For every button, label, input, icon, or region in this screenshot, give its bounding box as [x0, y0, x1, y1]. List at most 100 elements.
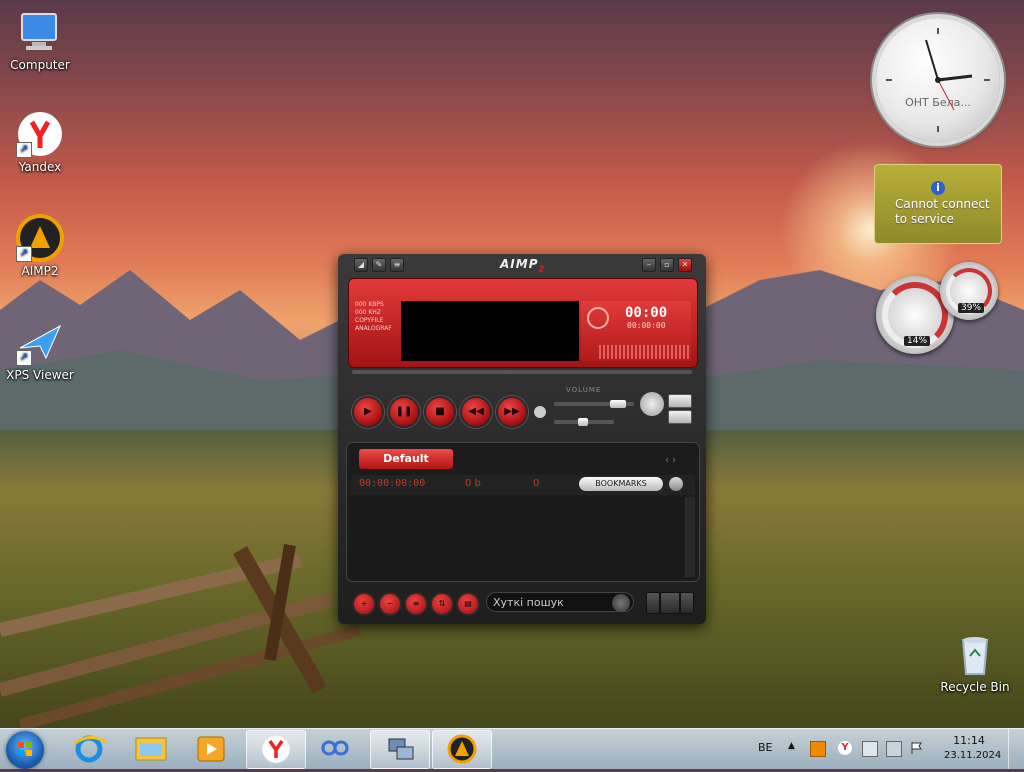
- aimp-tray-icon[interactable]: [810, 741, 826, 757]
- bookmarks-button[interactable]: BOOKMARKS: [579, 477, 663, 491]
- taskbar-internet-explorer[interactable]: [60, 730, 118, 767]
- play-button[interactable]: ▶: [352, 396, 384, 428]
- taskbar-infinity-app[interactable]: [306, 730, 364, 767]
- taskbar: BE ▲ Y 11:14 23.11.2024: [0, 728, 1024, 769]
- menu-button[interactable]: [640, 392, 664, 416]
- bookmark-add-icon[interactable]: [669, 477, 683, 491]
- playlist-scrollbar[interactable]: [685, 497, 695, 577]
- previous-button[interactable]: ◀◀: [460, 396, 492, 428]
- view-toggle-middle[interactable]: [660, 592, 680, 614]
- network-tray-icon[interactable]: [862, 741, 878, 757]
- playlist-panel: Default ‹ › 00:00:00:00 0 b 0 BOOKMARKS: [346, 442, 700, 582]
- clock-face: [886, 28, 990, 132]
- pause-button[interactable]: ❚❚: [388, 396, 420, 428]
- seek-bar[interactable]: [352, 370, 692, 374]
- infinity-app-icon: [321, 740, 349, 756]
- now-playing-display: 000 KBPS 000 KHZ COPYFILE ANALOGRAF 00:0…: [348, 278, 698, 368]
- internet-explorer-icon: [73, 735, 107, 763]
- track-info: 000 KBPS 000 KHZ COPYFILE ANALOGRAF: [355, 301, 392, 333]
- visual-text: ANALOGRAF: [355, 325, 392, 332]
- mini-mode-button[interactable]: ▫: [660, 258, 674, 272]
- timer-dial-icon: [587, 307, 609, 329]
- total-time: 00:00:00: [627, 321, 666, 330]
- yandex-tray-icon[interactable]: Y: [838, 741, 852, 755]
- view-toggle-right[interactable]: [680, 592, 694, 614]
- mode-text: COPYFILE: [355, 317, 384, 324]
- clock-gadget[interactable]: ОНТ Бела...: [876, 18, 1000, 142]
- balance-slider[interactable]: [554, 418, 614, 426]
- current-time[interactable]: 00:00: [625, 305, 667, 321]
- aimp-titlebar[interactable]: ◢ ✎ ≡ AIMP2 – ▫ ✕: [338, 254, 706, 274]
- search-icon[interactable]: [612, 594, 630, 612]
- minimize-button[interactable]: –: [642, 258, 656, 272]
- remove-files-button[interactable]: −: [378, 592, 402, 616]
- aimp-collapse-button[interactable]: ≡: [390, 258, 404, 272]
- playlist-toggle-button[interactable]: [668, 410, 692, 424]
- xps-viewer-icon: ↗: [16, 318, 64, 366]
- yandex-browser-icon: ↗: [16, 110, 64, 158]
- volume-label: VOLUME: [566, 386, 602, 394]
- aimp-logo-text: AIMP: [500, 257, 539, 271]
- aimp-logo-version: 2: [538, 264, 546, 274]
- desktop-icon-label: AIMP2: [21, 264, 59, 278]
- taskbar-yandex[interactable]: [246, 730, 306, 769]
- media-player-icon: [197, 736, 225, 762]
- memory-meter-gadget[interactable]: 39%: [940, 262, 998, 320]
- clock-label: ОНТ Бела...: [905, 96, 971, 109]
- weather-message: Cannot connect to service: [895, 197, 990, 227]
- shortcut-arrow-icon: ↗: [16, 350, 32, 366]
- tab-scroll-arrows[interactable]: ‹ ›: [665, 455, 676, 466]
- playlist-file-button[interactable]: ▤: [456, 592, 480, 616]
- desktop-icon-aimp2[interactable]: ↗ AIMP2: [0, 214, 80, 278]
- sort-button[interactable]: ⇅: [430, 592, 454, 616]
- display-tray-icon[interactable]: [886, 741, 902, 757]
- aimp-tools-button[interactable]: ✎: [372, 258, 386, 272]
- playlist-edit-button[interactable]: ≡: [404, 592, 428, 616]
- cpu-percent: 14%: [904, 336, 931, 346]
- aimp-logo: AIMP2: [500, 257, 545, 273]
- taskbar-windows-explorer[interactable]: [122, 730, 180, 767]
- volume-slider[interactable]: [554, 400, 634, 408]
- language-indicator[interactable]: BE: [758, 741, 773, 754]
- windows-explorer-icon: [135, 737, 167, 761]
- desktop-icon-label: XPS Viewer: [6, 368, 74, 382]
- playlist-toolbar: + − ≡ ⇅ ▤ Хуткі пошук: [346, 588, 698, 616]
- taskbar-network-app[interactable]: [370, 730, 430, 769]
- computer-icon: [16, 8, 64, 56]
- taskbar-aimp[interactable]: [432, 730, 492, 769]
- desktop-icon-label: Yandex: [18, 160, 62, 174]
- show-desktop-button[interactable]: [1008, 729, 1023, 769]
- eject-button[interactable]: [534, 406, 546, 418]
- visualization-screen[interactable]: [401, 301, 579, 361]
- weather-message-line1: Cannot connect: [895, 197, 990, 211]
- close-button[interactable]: ✕: [678, 258, 692, 272]
- playlist-count: 0: [533, 478, 540, 489]
- spectrum-bars: [599, 345, 689, 359]
- add-files-button[interactable]: +: [352, 592, 376, 616]
- desktop-icon-xps-viewer[interactable]: ↗ XPS Viewer: [0, 318, 80, 382]
- view-toggle-left[interactable]: [646, 592, 660, 614]
- aimp-options-button[interactable]: ◢: [354, 258, 368, 272]
- aimp-icon: [447, 734, 477, 764]
- tab-default[interactable]: Default: [359, 449, 453, 469]
- desktop-icon-yandex[interactable]: ↗ Yandex: [0, 110, 80, 174]
- weather-gadget[interactable]: i Cannot connect to service: [874, 164, 1002, 244]
- show-hidden-icons-button[interactable]: ▲: [788, 741, 795, 751]
- taskbar-date: 23.11.2024: [944, 750, 1002, 761]
- balance-knob[interactable]: [578, 418, 588, 426]
- yandex-browser-icon: [261, 734, 291, 764]
- aimp-player-window[interactable]: ◢ ✎ ≡ AIMP2 – ▫ ✕ 000 KBPS 000 KHZ COPYF…: [338, 254, 706, 624]
- volume-knob[interactable]: [610, 400, 626, 408]
- stop-button[interactable]: ■: [424, 396, 456, 428]
- start-button[interactable]: [6, 731, 44, 769]
- playlist-track-list[interactable]: [351, 497, 683, 577]
- taskbar-clock[interactable]: 11:14 23.11.2024: [944, 733, 1002, 763]
- info-icon: i: [931, 181, 945, 195]
- desktop-icon-recycle-bin[interactable]: Recycle Bin: [935, 630, 1015, 694]
- taskbar-media-player[interactable]: [182, 730, 240, 767]
- equalizer-button[interactable]: [668, 394, 692, 408]
- next-button[interactable]: ▶▶: [496, 396, 528, 428]
- desktop-icon-computer[interactable]: Computer: [0, 8, 80, 72]
- action-center-flag-icon[interactable]: [910, 741, 924, 755]
- weather-message-line2: to service: [895, 212, 954, 226]
